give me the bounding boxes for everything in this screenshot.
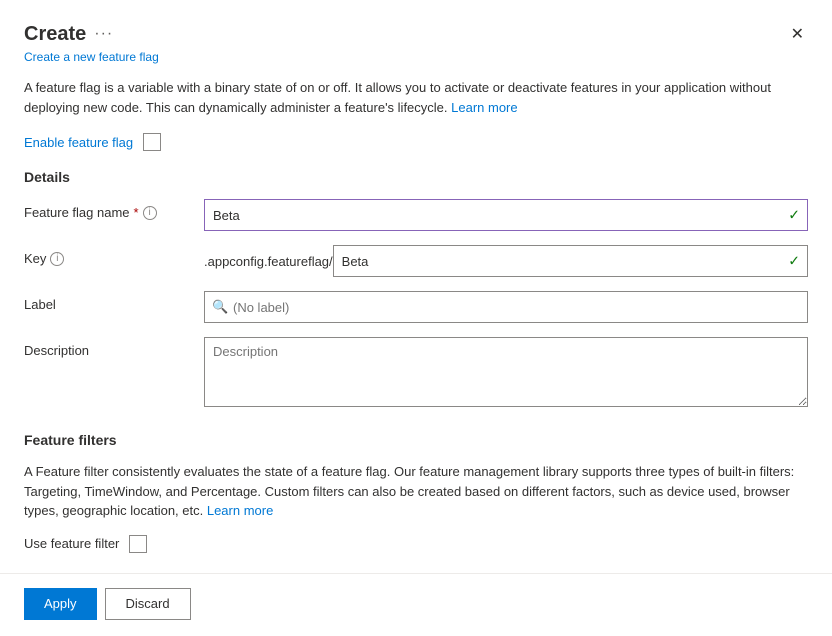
use-feature-filter-label: Use feature filter (24, 536, 119, 551)
key-row: Key i .appconfig.featureflag/ ✓ (24, 245, 808, 277)
details-section-title: Details (24, 169, 808, 185)
key-valid-icon: ✓ (788, 253, 800, 270)
dialog-title: Create (24, 23, 86, 46)
title-row: Create ··· (24, 23, 113, 46)
feature-filters-section: Feature filters A Feature filter consist… (24, 432, 808, 573)
intro-learn-more-link[interactable]: Learn more (451, 100, 517, 115)
required-indicator: * (134, 205, 139, 220)
feature-flag-name-wrapper: ✓ (204, 199, 808, 231)
label-search-icon: 🔍 (212, 299, 228, 315)
label-search-container: 🔍 (204, 291, 808, 323)
use-feature-filter-row: Use feature filter (24, 535, 808, 553)
enable-feature-flag-row: Enable feature flag (24, 133, 808, 151)
close-button[interactable]: ✕ (787, 20, 808, 48)
label-row: Label 🔍 (24, 291, 808, 323)
key-wrapper: .appconfig.featureflag/ ✓ (204, 245, 808, 277)
discard-button[interactable]: Discard (105, 588, 191, 620)
intro-text: A feature flag is a variable with a bina… (24, 78, 808, 117)
feature-flag-name-row: Feature flag name * i ✓ (24, 199, 808, 231)
key-label: Key i (24, 245, 204, 266)
feature-flag-name-valid-icon: ✓ (788, 207, 800, 224)
dialog-ellipsis-menu[interactable]: ··· (94, 25, 113, 43)
description-textarea[interactable] (204, 337, 808, 407)
dialog-subtitle[interactable]: Create a new feature flag (24, 50, 808, 64)
dialog-footer: Apply Discard (24, 574, 808, 636)
description-label: Description (24, 337, 204, 358)
apply-button[interactable]: Apply (24, 588, 97, 620)
feature-flag-name-label: Feature flag name * i (24, 199, 204, 220)
key-prefix: .appconfig.featureflag/ (204, 250, 333, 273)
key-info-icon[interactable]: i (50, 252, 64, 266)
key-input[interactable] (333, 245, 808, 277)
label-input[interactable] (204, 291, 808, 323)
label-field-label: Label (24, 291, 204, 312)
description-row: Description (24, 337, 808, 410)
feature-flag-name-input[interactable] (204, 199, 808, 231)
filters-intro-text: A Feature filter consistently evaluates … (24, 462, 808, 521)
use-feature-filter-checkbox[interactable] (129, 535, 147, 553)
feature-flag-name-input-container: ✓ (204, 199, 808, 231)
label-wrapper: 🔍 (204, 291, 808, 323)
description-wrapper (204, 337, 808, 410)
key-value-container: ✓ (333, 245, 808, 277)
close-icon: ✕ (791, 24, 804, 44)
intro-text-content: A feature flag is a variable with a bina… (24, 80, 771, 115)
enable-feature-flag-checkbox[interactable] (143, 133, 161, 151)
feature-filters-title: Feature filters (24, 432, 808, 448)
dialog-header: Create ··· ✕ (24, 20, 808, 48)
create-feature-flag-dialog: Create ··· ✕ Create a new feature flag A… (0, 0, 832, 636)
key-input-container: ✓ (333, 245, 808, 277)
enable-feature-flag-label: Enable feature flag (24, 135, 133, 150)
filters-learn-more-link[interactable]: Learn more (207, 503, 273, 518)
feature-flag-name-info-icon[interactable]: i (143, 206, 157, 220)
